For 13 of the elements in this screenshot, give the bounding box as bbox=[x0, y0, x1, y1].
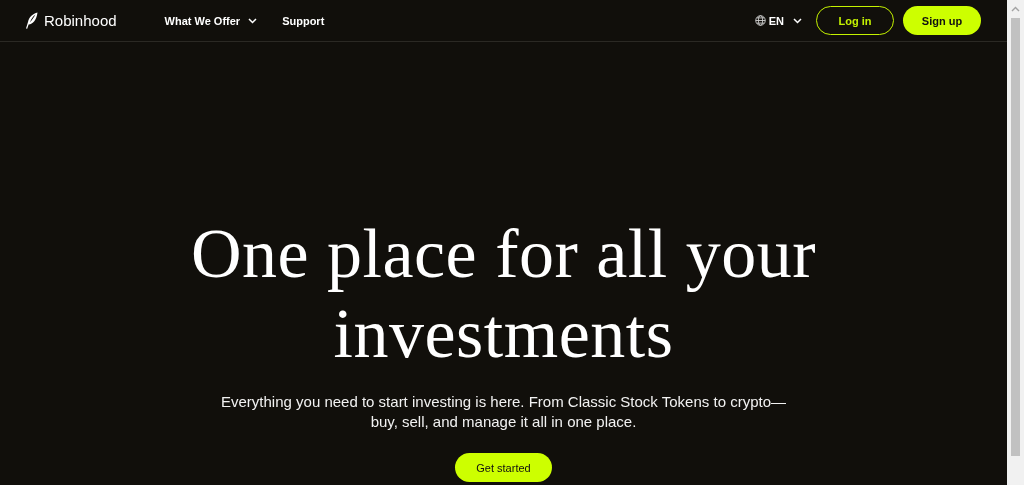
language-selector[interactable]: EN bbox=[754, 14, 802, 27]
hero-heading: One place for all your investments bbox=[189, 214, 818, 374]
sign-up-button[interactable]: Sign up bbox=[903, 6, 981, 35]
scrollbar[interactable] bbox=[1007, 0, 1024, 485]
scrollbar-thumb[interactable] bbox=[1011, 18, 1020, 456]
hero-subtitle: Everything you need to start investing is here. From Classic Stock Tokens to crypto—buy, sell, and manage it all in one place. bbox=[220, 392, 787, 432]
get-started-button[interactable]: Get started bbox=[455, 453, 552, 482]
globe-icon bbox=[754, 15, 766, 26]
nav-link[interactable]: What We Offer bbox=[164, 14, 258, 27]
nav-link[interactable]: Support bbox=[282, 14, 325, 27]
feather-icon bbox=[25, 12, 39, 29]
brand-name[interactable]: Robinhood bbox=[44, 12, 117, 29]
chevron-down-icon bbox=[793, 17, 802, 24]
